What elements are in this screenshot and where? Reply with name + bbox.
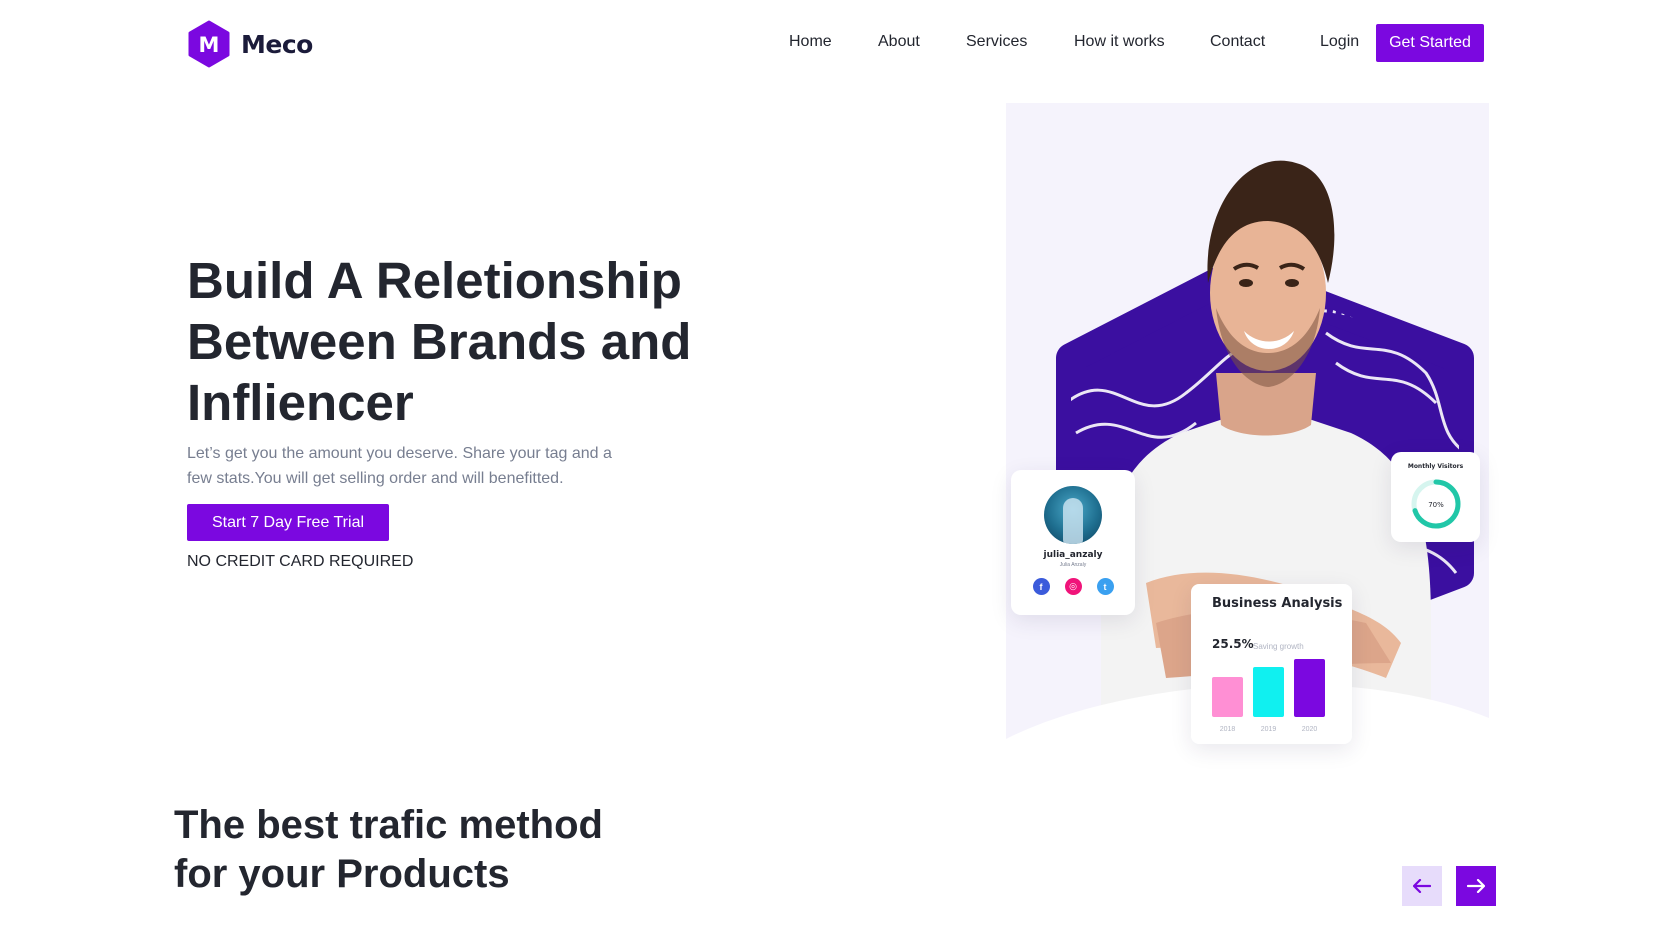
analysis-bar-label: 2020 (1302, 726, 1318, 733)
carousel-prev-button[interactable] (1402, 866, 1442, 906)
start-free-trial-button[interactable]: Start 7 Day Free Trial (187, 504, 389, 541)
hero-title-line-2: Between Brands and (187, 313, 692, 370)
visitors-ring-chart: 70% (1411, 479, 1460, 529)
profile-handle: julia_anzaly (1043, 550, 1103, 560)
carousel-next-button[interactable] (1456, 866, 1496, 906)
hero-title-line-3: Infliencer (187, 374, 414, 431)
visitors-value: 70% (1428, 501, 1444, 509)
analysis-percent: 25.5% (1212, 637, 1254, 651)
analysis-bar-label: 2018 (1220, 726, 1236, 733)
arrow-right-icon (1467, 879, 1485, 893)
monthly-visitors-card: Monthly Visitors 70% (1391, 452, 1480, 542)
analysis-title: Business Analysis (1212, 596, 1343, 611)
instagram-icon[interactable]: ◎ (1064, 578, 1082, 595)
nav-services[interactable]: Services (966, 33, 1027, 51)
arrow-left-icon (1413, 879, 1431, 893)
social-links: f ◎ t (1011, 578, 1135, 595)
hero-subtitle: Let’s get you the amount you deserve. Sh… (187, 445, 612, 487)
section-title: The best trafic method for your Products (174, 801, 694, 899)
nav-about[interactable]: About (878, 33, 920, 51)
analysis-bar-2020 (1294, 659, 1325, 717)
analysis-bar-label: 2019 (1261, 726, 1277, 733)
avatar (1044, 486, 1102, 544)
profile-name: Julia Anzaly (1059, 562, 1087, 568)
hero-title-line-1: Build A Reletionship (187, 252, 682, 309)
analysis-bar-2018 (1212, 677, 1243, 717)
nav-home[interactable]: Home (789, 33, 832, 51)
twitter-icon[interactable]: t (1096, 578, 1114, 595)
get-started-button[interactable]: Get Started (1376, 24, 1484, 62)
business-analysis-card: 2018 2019 2020 Business Analysis 25.5% Sav… (1191, 584, 1352, 744)
hero-title: Build A Reletionship Between Brands and … (187, 250, 747, 433)
analysis-percent-note: Saving growth (1253, 642, 1304, 651)
section-title-line-1: The best trafic method (174, 803, 603, 847)
section-title-line-2: for your Products (174, 852, 510, 896)
analysis-bar-2019 (1253, 667, 1284, 717)
nav-login[interactable]: Login (1320, 33, 1359, 51)
visitors-title: Monthly Visitors (1407, 463, 1464, 470)
facebook-icon[interactable]: f (1032, 578, 1050, 595)
influencer-profile-card: julia_anzaly Julia Anzaly f ◎ t (1011, 470, 1135, 615)
no-credit-card-note: NO CREDIT CARD REQUIRED (187, 553, 414, 570)
nav-how-it-works[interactable]: How it works (1074, 33, 1165, 51)
nav-contact[interactable]: Contact (1210, 33, 1265, 51)
